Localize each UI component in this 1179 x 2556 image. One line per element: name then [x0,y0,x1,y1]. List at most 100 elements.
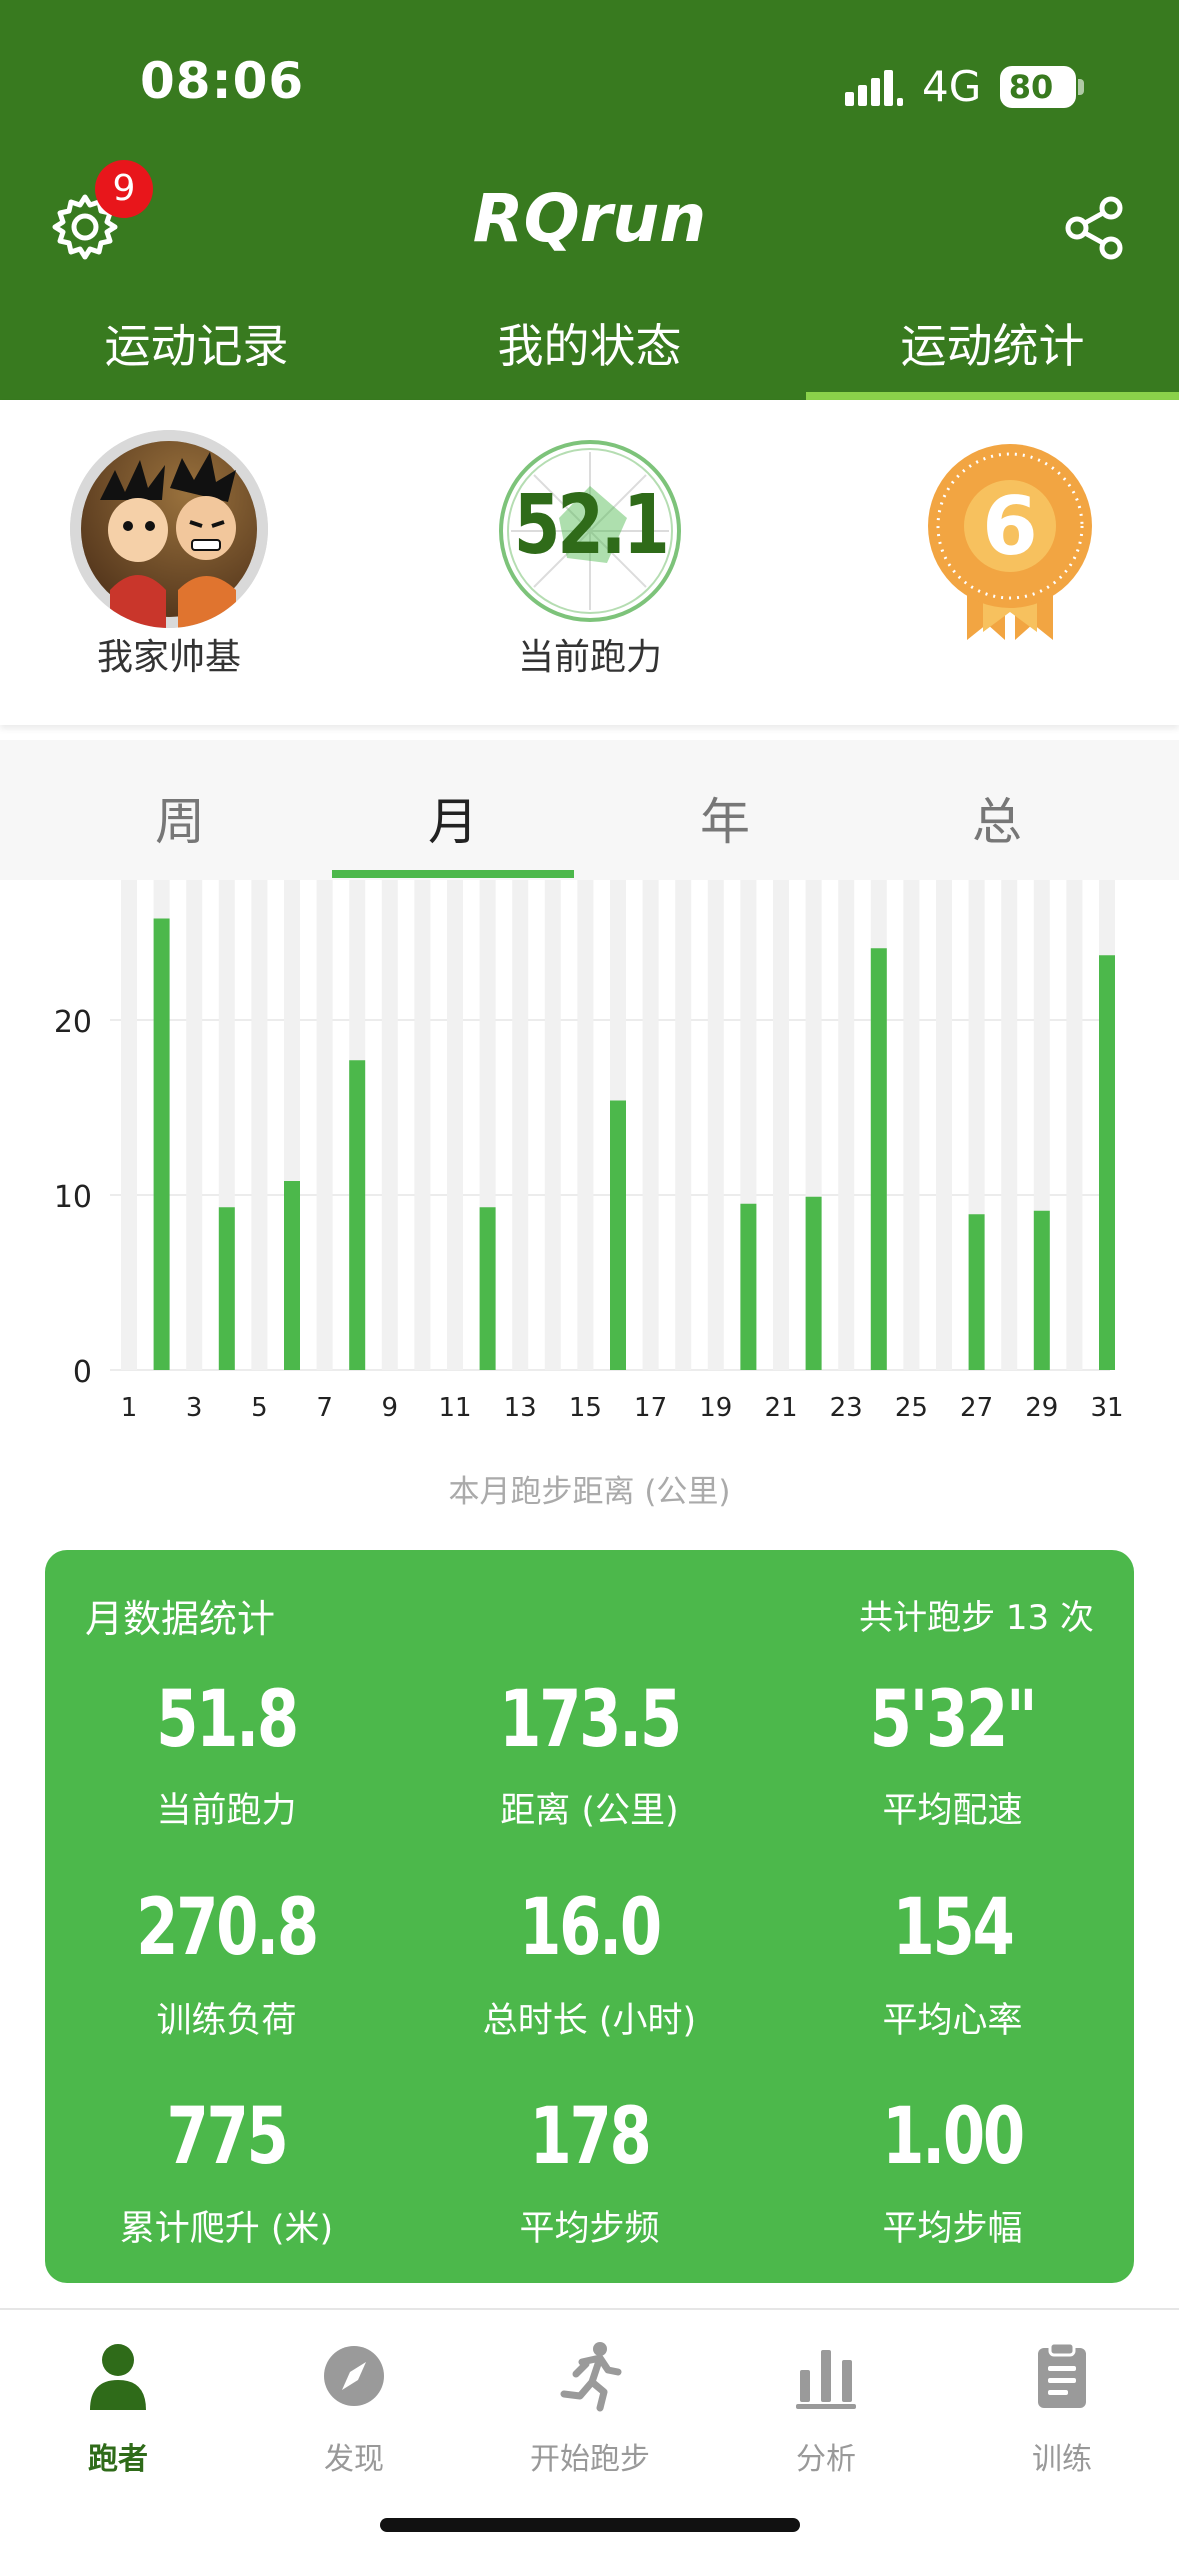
y-tick-label: 10 [54,1180,92,1215]
compass-icon [324,2346,384,2406]
bar-day-4 [218,1207,235,1370]
nav-label-training: 训练 [1032,2442,1092,2477]
bar-day-12 [479,1207,496,1370]
clipboard-icon [1038,2341,1086,2408]
y-tick-label: 20 [54,1005,92,1040]
runner-profile-icon [90,2344,146,2410]
tab-month[interactable]: 月 [318,782,588,854]
bar-day-31 [1099,955,1115,1370]
x-tick-label: 25 [895,1393,928,1423]
app-header: 08:06 4G 80 9 RQrun 运动记录 我的状态 运动统计 [0,0,1179,400]
bar-track [675,880,692,1370]
running-power-value: 52.1 [513,478,670,573]
stat-label-training-load: 训练负荷 [156,2001,297,2041]
bar-day-29 [1033,1210,1050,1370]
run-count: 共计跑步 13 次 [859,1598,1094,1638]
tab-my-status[interactable]: 我的状态 [393,310,786,376]
avatar[interactable] [70,430,268,628]
stat-label-avg-pace: 平均配速 [882,1791,1023,1831]
nav-item-runner[interactable]: 跑者 [0,2328,236,2478]
bar-track [544,880,561,1370]
bar-track [251,880,268,1370]
stat-value-running-power: 51.8 [156,1675,299,1765]
stat-value-training-load: 270.8 [136,1883,319,1973]
x-tick-label: 23 [830,1393,863,1423]
stat-label-avg-stride: 平均步幅 [882,2209,1023,2249]
tab-year[interactable]: 年 [590,782,860,854]
x-tick-label: 11 [438,1393,471,1423]
bar-chart-icon [796,2350,856,2409]
stat-label-total-time: 总时长 (小时) [482,2001,697,2041]
bar-day-24 [870,948,887,1370]
app-screen: 08:06 4G 80 9 RQrun 运动记录 我的状态 运动统计 我家帅基 … [0,0,1179,2556]
stat-label-running-power: 当前跑力 [156,1791,297,1831]
y-tick-label: 0 [73,1355,92,1390]
bar-track [316,880,333,1370]
nav-item-start-run[interactable]: 开始跑步 [472,2328,708,2478]
period-tabs: 周 月 年 总 [0,740,1179,880]
bar-track [381,880,398,1370]
battery-level: 80 [1008,68,1054,106]
bar-track [512,880,529,1370]
share-icon[interactable] [1065,196,1125,260]
x-tick-label: 31 [1090,1393,1123,1423]
bar-track [447,880,463,1370]
user-name: 我家帅基 [96,637,241,678]
running-power-label: 当前跑力 [517,637,662,678]
x-tick-label: 1 [121,1393,138,1423]
stat-label-avg-cadence: 平均步频 [519,2209,660,2249]
x-tick-label: 9 [382,1393,399,1423]
bar-day-16 [610,1100,626,1370]
bar-day-2 [153,918,170,1370]
bar-track [1001,880,1018,1370]
bar-track [936,880,952,1370]
rq-level: 6 [982,480,1038,573]
bar-track [642,880,659,1370]
nav-item-training[interactable]: 训练 [944,2328,1179,2478]
app-title: RQrun [472,180,707,257]
nav-label-start-run: 开始跑步 [530,2442,650,2477]
stats-title: 月数据统计 [85,1597,276,1641]
x-tick-label: 29 [1025,1393,1058,1423]
stat-value-avg-cadence: 178 [529,2092,652,2182]
x-tick-label: 17 [634,1393,667,1423]
bar-track [773,880,789,1370]
battery-tip [1078,79,1084,95]
stat-value-avg-pace: 5'32" [869,1675,1038,1765]
monthly-distance-chart: 0 10 20 1 3 5 7 9 11 13 15 17 19 21 23 25 27 29 31 [0,880,1179,1520]
home-indicator [380,2518,800,2532]
active-tab-indicator [806,392,1179,400]
bar-track [414,880,431,1370]
signal-icon [845,70,903,106]
stat-value-avg-stride: 1.00 [882,2092,1025,2182]
status-time: 08:06 [140,52,305,110]
bar-track [577,880,594,1370]
nav-item-analysis[interactable]: 分析 [708,2328,944,2478]
distance-bar-chart: 010201 3 5 7 9 11 13 15 17 19 21 23 25 27 29 31 [54,880,1124,1423]
battery-icon: 80 [1000,66,1076,108]
tab-exercise-stats[interactable]: 运动统计 [796,310,1179,376]
period-tab-indicator [332,870,574,878]
nav-label-runner: 跑者 [88,2442,148,2477]
stat-value-elevation-gain: 775 [166,2092,289,2182]
nav-item-discover[interactable]: 发现 [236,2328,472,2478]
bar-track [903,880,920,1370]
bar-track [121,880,137,1370]
stat-value-avg-heart-rate: 154 [892,1883,1015,1973]
tab-total[interactable]: 总 [862,782,1132,854]
x-tick-label: 21 [764,1393,797,1423]
stat-value-distance: 173.5 [499,1675,682,1765]
profile-summary: 我家帅基 52.1 当前跑力 6 [0,400,1179,725]
tab-week[interactable]: 周 [45,782,315,854]
chart-caption: 本月跑步距离 (公里) [448,1474,731,1510]
rq-medal-icon[interactable]: 6 [925,440,1095,650]
bar-day-22 [805,1196,822,1370]
x-tick-label: 5 [251,1393,268,1423]
stat-label-avg-heart-rate: 平均心率 [882,2001,1023,2041]
x-tick-label: 7 [316,1393,333,1423]
tab-exercise-records[interactable]: 运动记录 [0,310,393,376]
bar-day-20 [740,1203,757,1370]
nav-label-analysis: 分析 [796,2442,856,2477]
x-tick-label: 13 [504,1393,537,1423]
bar-track [838,880,855,1370]
